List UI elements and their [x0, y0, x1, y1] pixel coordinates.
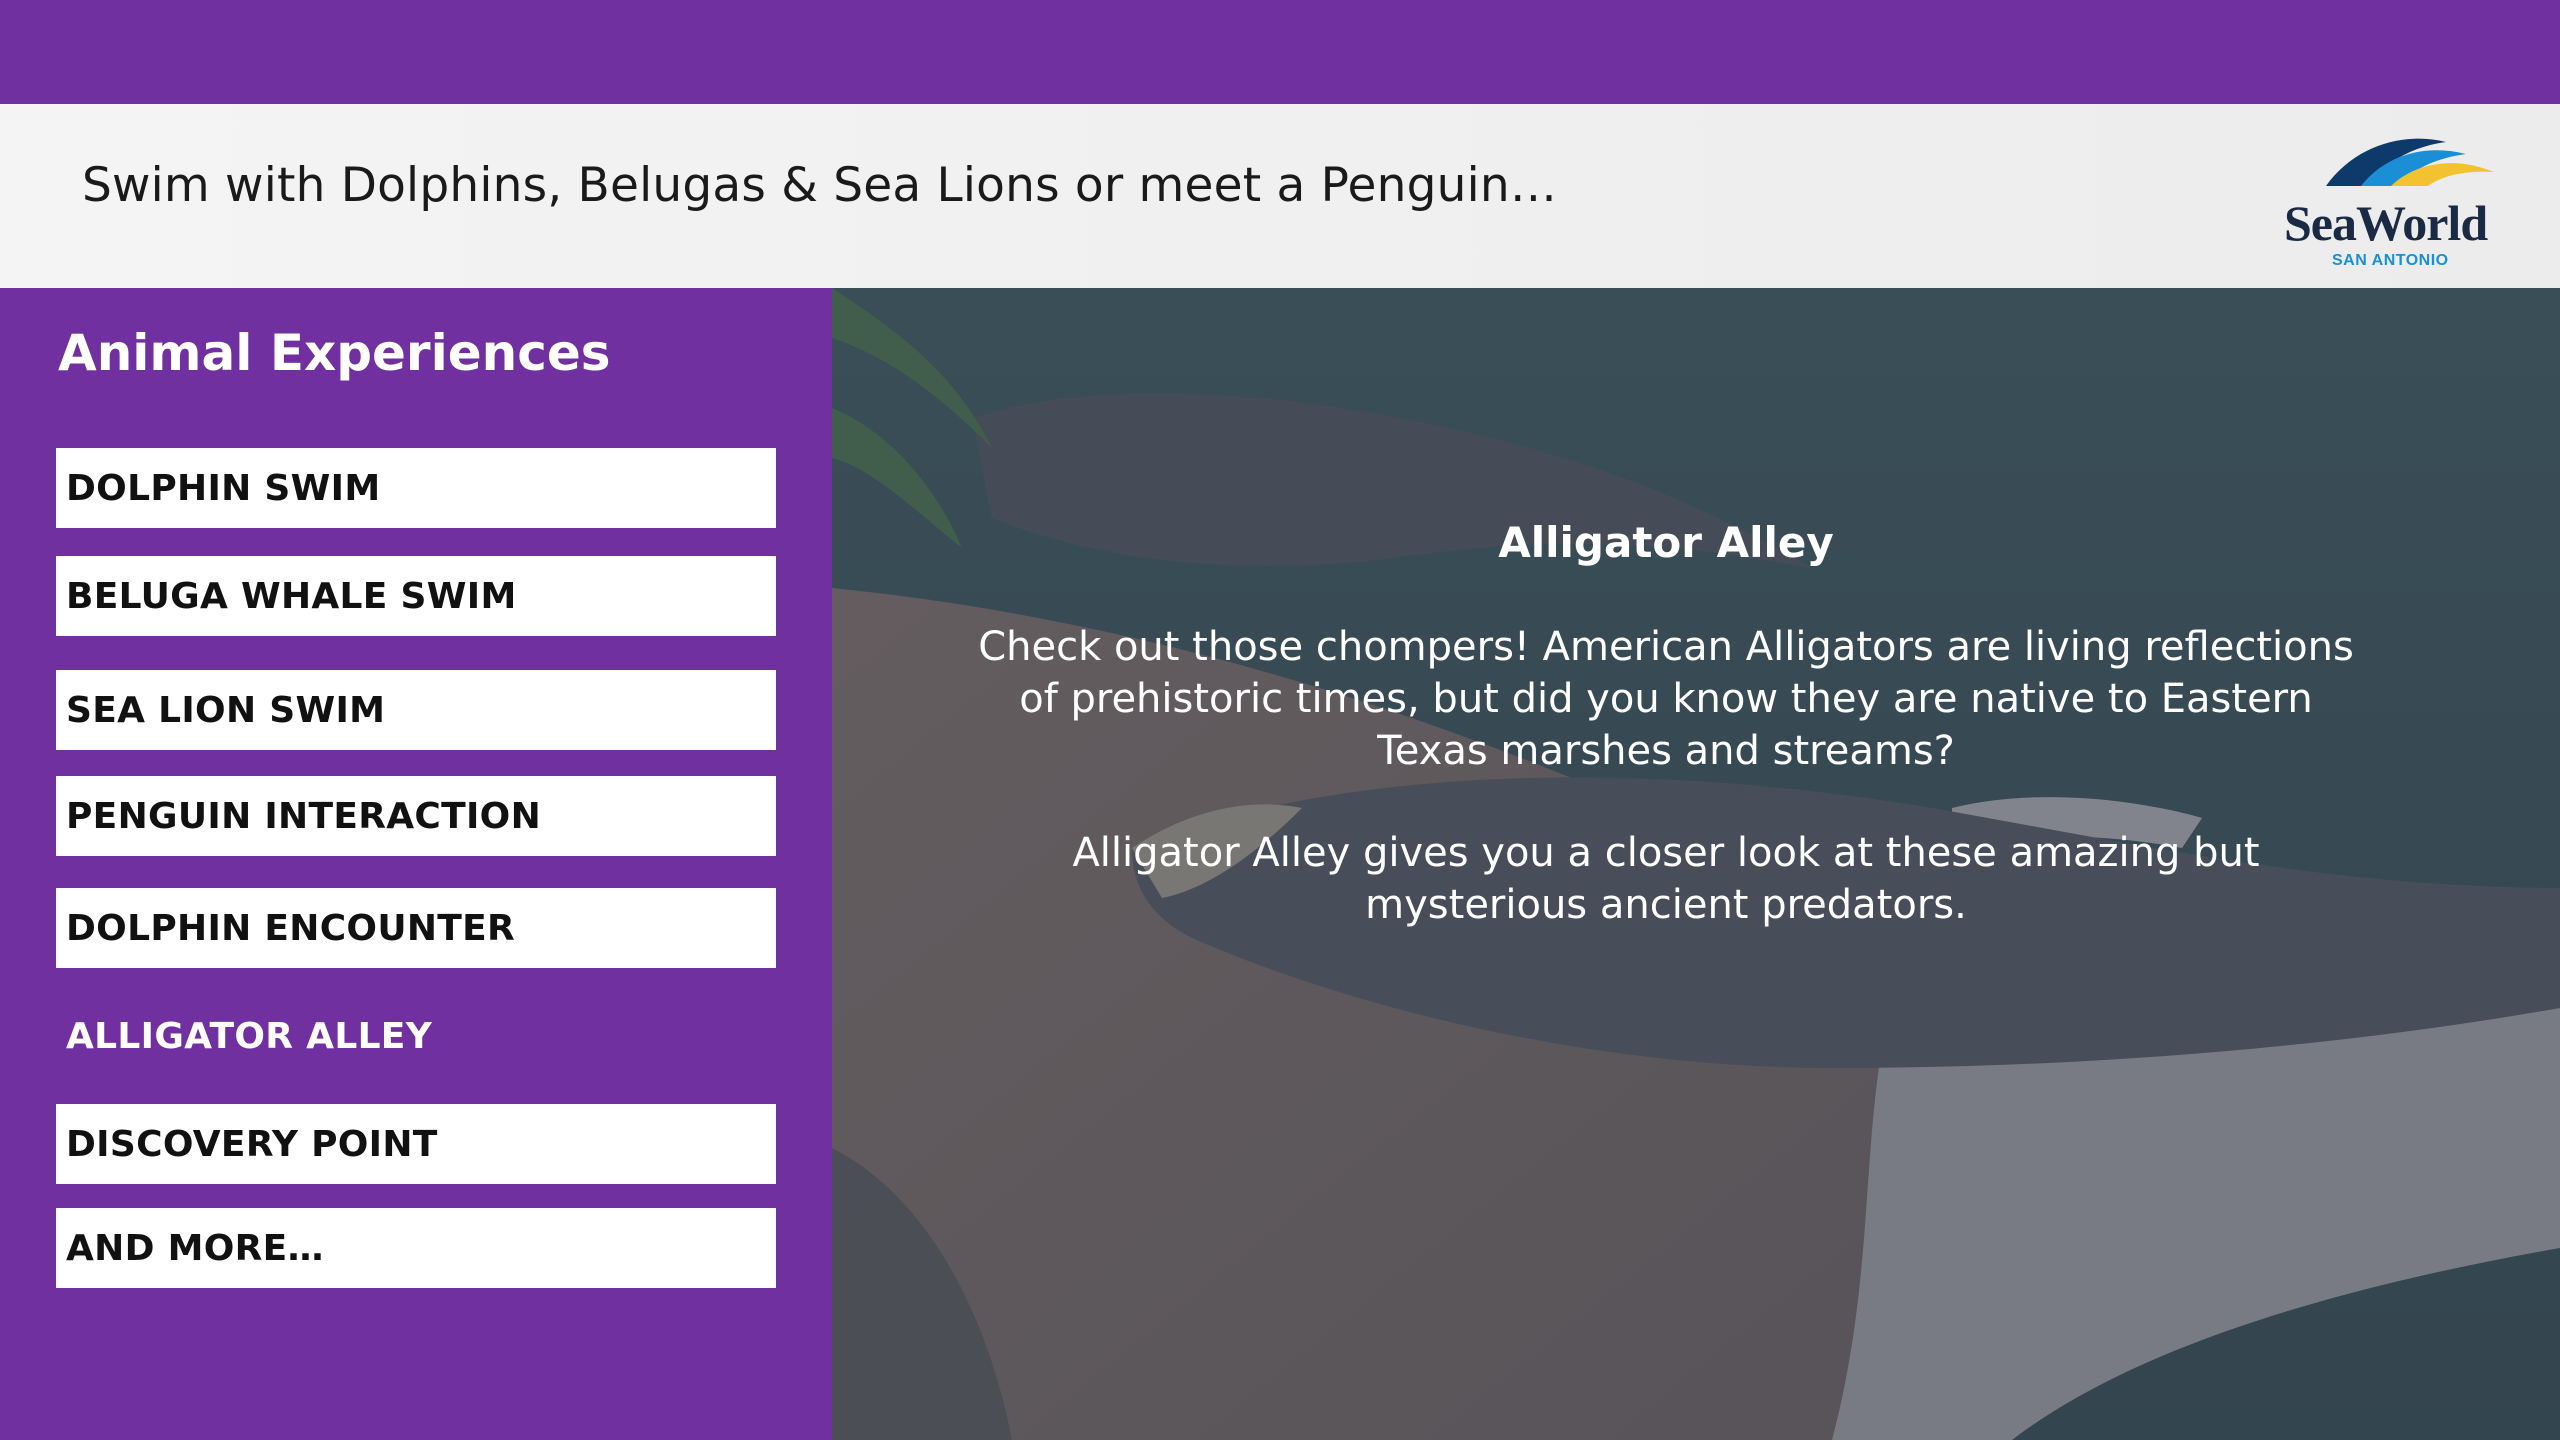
content-title: Alligator Alley: [1498, 518, 1834, 567]
content-panel: Alligator Alley Check out those chompers…: [832, 288, 2560, 1440]
menu-item-label: DISCOVERY POINT: [66, 1123, 438, 1165]
menu-item-label: SEA LION SWIM: [66, 689, 386, 731]
menu-item-penguin-interaction[interactable]: PENGUIN INTERACTION: [56, 776, 776, 856]
logo-location-text: SAN ANTONIO: [2332, 252, 2449, 269]
header-tagline: Swim with Dolphins, Belugas & Sea Lions …: [82, 158, 1558, 213]
sidebar: Animal Experiences DOLPHIN SWIM BELUGA W…: [0, 288, 832, 1440]
menu-item-and-more[interactable]: AND MORE…: [56, 1208, 776, 1288]
menu-item-label: DOLPHIN ENCOUNTER: [66, 907, 516, 949]
menu-item-label: PENGUIN INTERACTION: [66, 795, 542, 837]
top-bar: [0, 0, 2560, 104]
seaworld-wave-icon: [2326, 138, 2494, 186]
menu-item-alligator-alley[interactable]: ALLIGATOR ALLEY: [56, 996, 776, 1076]
menu-item-label: BELUGA WHALE SWIM: [66, 575, 517, 617]
menu-item-discovery-point[interactable]: DISCOVERY POINT: [56, 1104, 776, 1184]
menu-item-dolphin-swim[interactable]: DOLPHIN SWIM: [56, 448, 776, 528]
content-text-block: Alligator Alley Check out those chompers…: [932, 516, 2400, 981]
menu-item-beluga-whale-swim[interactable]: BELUGA WHALE SWIM: [56, 556, 776, 636]
menu-item-dolphin-encounter[interactable]: DOLPHIN ENCOUNTER: [56, 888, 776, 968]
menu-item-label: ALLIGATOR ALLEY: [66, 1015, 433, 1057]
content-paragraph: Alligator Alley gives you a closer look …: [1072, 829, 2260, 928]
menu-item-label: AND MORE…: [66, 1227, 324, 1269]
menu-item-sea-lion-swim[interactable]: SEA LION SWIM: [56, 670, 776, 750]
logo-brand-text: SeaWorld: [2284, 195, 2488, 251]
slide-page: Swim with Dolphins, Belugas & Sea Lions …: [0, 0, 2560, 1440]
content-paragraph: Check out those chompers! American Allig…: [978, 623, 2354, 774]
seaworld-logo: SeaWorld SAN ANTONIO: [2276, 124, 2516, 274]
menu-item-label: DOLPHIN SWIM: [66, 467, 381, 509]
sidebar-title: Animal Experiences: [58, 324, 611, 382]
